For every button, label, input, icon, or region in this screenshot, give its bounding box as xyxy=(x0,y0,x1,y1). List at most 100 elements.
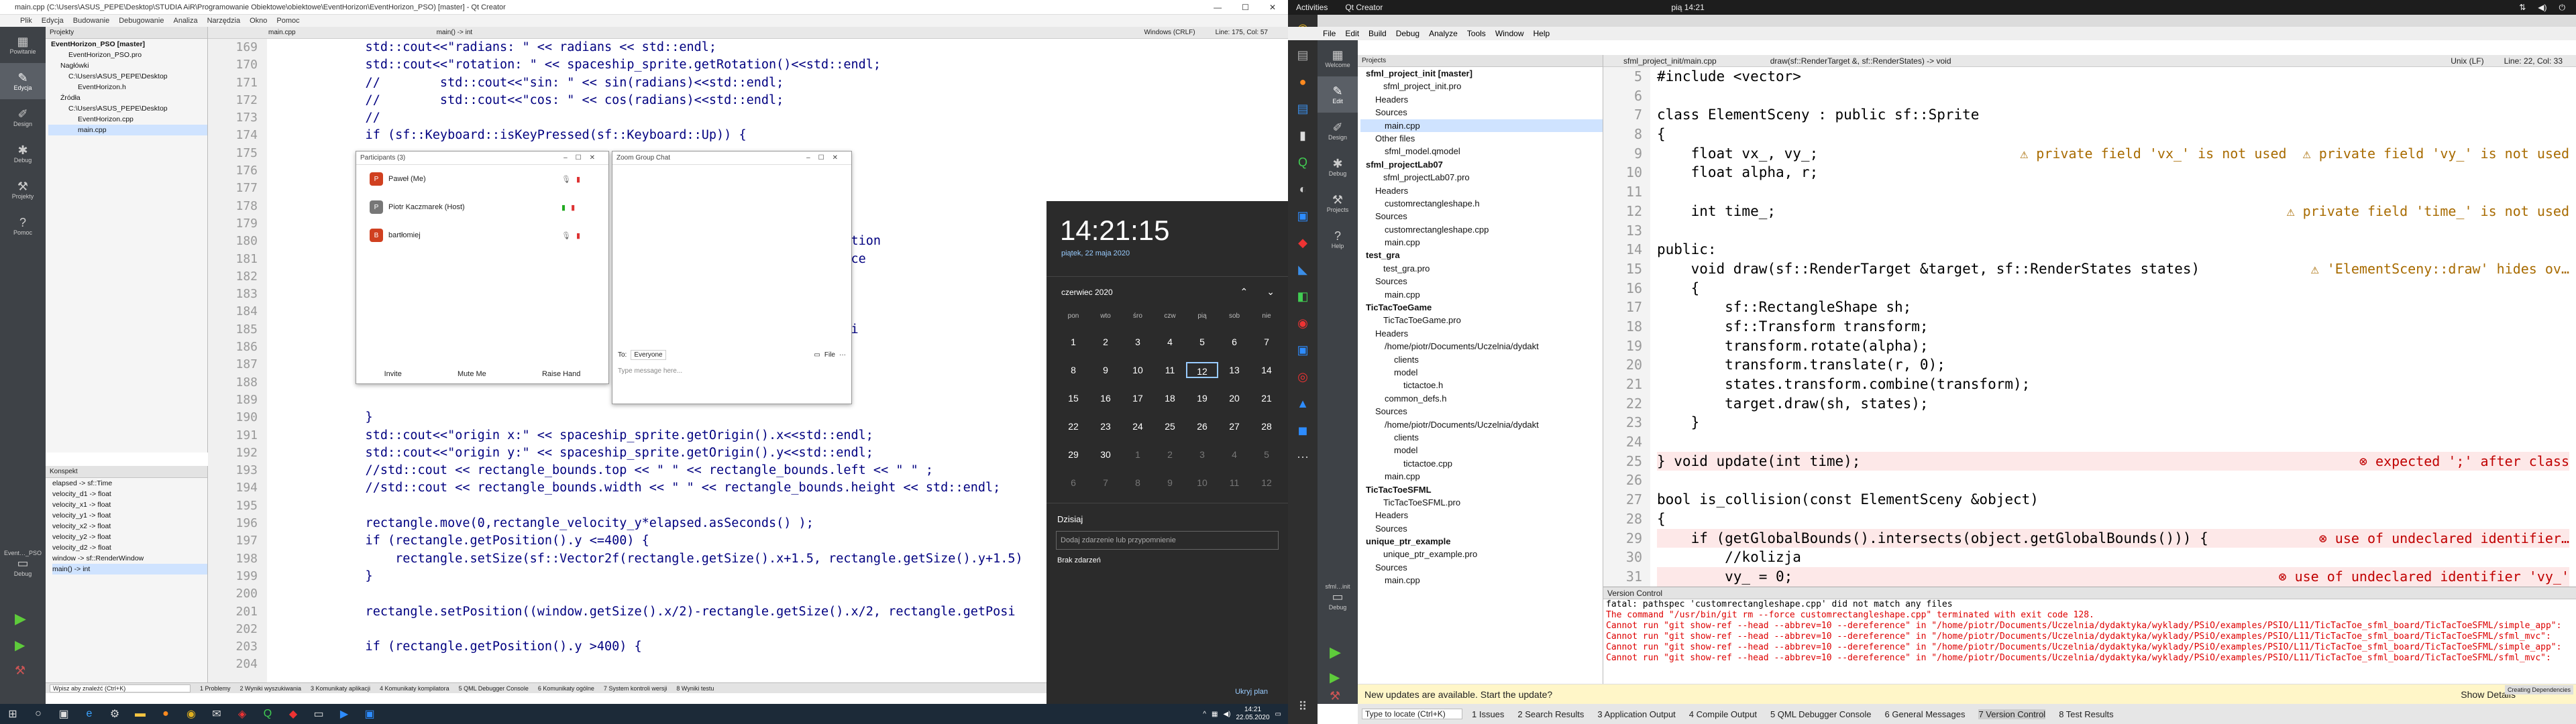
code-line[interactable]: transform.translate(r, 0); xyxy=(1657,355,2569,375)
tree-item[interactable]: tictactoe.h xyxy=(1360,379,1603,391)
mail-icon[interactable]: ✉ xyxy=(204,704,229,724)
next-month-icon[interactable]: ⌄ xyxy=(1267,286,1275,298)
tree-item[interactable]: customrectangleshape.h xyxy=(1360,197,1603,210)
menu-build[interactable]: Build xyxy=(1368,29,1387,38)
chrome-icon[interactable]: ◉ xyxy=(178,704,204,724)
minimize-icon[interactable]: — xyxy=(1214,3,1222,12)
tree-item[interactable]: clients xyxy=(1360,353,1603,366)
menu-build[interactable]: Budowanie xyxy=(73,17,109,25)
menu-help[interactable]: Pomoc xyxy=(276,17,299,25)
tree-item[interactable]: /home/piotr/Documents/Uczelnia/dydakt xyxy=(1360,418,1603,431)
tree-item[interactable]: unique_ptr_example.pro xyxy=(1360,548,1603,560)
function-selector[interactable]: main() -> int xyxy=(437,29,473,36)
calendar-day[interactable]: 20 xyxy=(1218,390,1250,406)
tree-item[interactable]: Nagłówki xyxy=(48,60,207,71)
code-line[interactable]: } xyxy=(335,568,1023,585)
video-off-icon[interactable]: ▮ xyxy=(571,203,575,212)
code-line[interactable]: // xyxy=(335,109,1023,127)
video-off-icon[interactable]: ▮ xyxy=(576,231,580,240)
code-line[interactable]: float alpha, r; xyxy=(1657,163,2569,182)
calendar-day[interactable]: 5 xyxy=(1186,334,1218,350)
participant-row[interactable]: Bbartłomiej 🎙 ▮ xyxy=(356,221,608,249)
app-icon[interactable]: ◐ xyxy=(1288,176,1318,202)
calendar-day[interactable]: 14 xyxy=(1250,362,1283,378)
outline-item[interactable]: velocity_x2 -> float xyxy=(52,521,207,532)
search-icon[interactable]: ○ xyxy=(25,704,51,724)
pdf-icon[interactable]: ◈ xyxy=(229,704,255,724)
qt-creator-icon[interactable]: Q xyxy=(1288,149,1318,176)
taskbar-clock[interactable]: 14:21 22.05.2020 xyxy=(1236,706,1269,722)
output-tab[interactable]: 6 General Messages xyxy=(1885,709,1966,719)
code-line[interactable]: rectangle.setPosition((window.getSize().… xyxy=(335,603,1023,621)
locator-input[interactable]: Type to locate (Ctrl+K) xyxy=(1362,709,1462,719)
code-line[interactable]: if (sf::Keyboard::isKeyPressed(sf::Keybo… xyxy=(335,127,1023,144)
calendar-day[interactable]: 2 xyxy=(1089,334,1122,350)
calendar-day[interactable]: 7 xyxy=(1250,334,1283,350)
prev-month-icon[interactable]: ⌃ xyxy=(1240,286,1248,298)
calendar-day[interactable]: 9 xyxy=(1089,362,1122,378)
code-line[interactable] xyxy=(1657,432,2569,452)
firefox-icon[interactable]: ● xyxy=(1288,68,1318,95)
code-line[interactable]: #include <vector> xyxy=(1657,67,2569,86)
code-line[interactable]: //std::cout << rectangle_bounds.width <<… xyxy=(335,479,1023,497)
outline-item[interactable]: velocity_d2 -> float xyxy=(52,542,207,553)
output-tab[interactable]: 2 Search Results xyxy=(1517,709,1584,719)
tree-item[interactable]: EventHorizon.h xyxy=(48,82,207,93)
output-tab[interactable]: 7 System kontroli wersji xyxy=(604,685,667,692)
code-line[interactable]: states.transform.combine(transform); xyxy=(1657,375,2569,394)
edge-icon[interactable]: e xyxy=(76,704,102,724)
tree-item[interactable]: Headers xyxy=(1360,509,1603,522)
file-icon[interactable]: ▭ xyxy=(814,351,820,359)
firefox-icon[interactable]: ● xyxy=(153,704,178,724)
output-tab[interactable]: 5 QML Debugger Console xyxy=(459,685,529,692)
network-icon[interactable]: ▦ xyxy=(1212,711,1218,718)
tree-item[interactable]: TicTacToeGame.pro xyxy=(1360,314,1603,326)
code-line[interactable]: class ElementSceny : public sf::Sprite xyxy=(1657,105,2569,125)
app-icon[interactable]: ◆ xyxy=(280,704,306,724)
code-line[interactable]: rectangle.setSize(sf::Vector2f(rectangle… xyxy=(335,550,1023,568)
tree-item[interactable]: /home/piotr/Documents/Uczelnia/dydakt xyxy=(1360,340,1603,353)
calendar-day[interactable]: 4 xyxy=(1154,334,1186,350)
code-line[interactable]: //std::cout << rectangle_bounds.top << "… xyxy=(335,462,1023,479)
tree-item[interactable]: Źródła xyxy=(48,93,207,103)
menu-edit[interactable]: Edit xyxy=(1345,29,1359,38)
calendar-day[interactable]: 3 xyxy=(1122,334,1154,350)
output-tab[interactable]: 3 Application Output xyxy=(1597,709,1675,719)
calendar-day[interactable]: 21 xyxy=(1250,390,1283,406)
run-button[interactable]: ▶ xyxy=(1330,644,1341,661)
output-tab[interactable]: 5 QML Debugger Console xyxy=(1770,709,1872,719)
participant-row[interactable]: P Paweł (Me) 🎙 ▮ xyxy=(356,165,608,193)
calendar-day[interactable]: 23 xyxy=(1089,418,1122,434)
calendar-day[interactable]: 10 xyxy=(1186,475,1218,491)
encoding-label[interactable]: Windows (CRLF) xyxy=(1144,29,1195,36)
app-icon[interactable]: ◆ xyxy=(1288,229,1318,256)
calendar-day[interactable]: 11 xyxy=(1218,475,1250,491)
code-line[interactable]: } xyxy=(335,409,1023,426)
tree-item[interactable]: C:\Users\ASUS_PEPE\Desktop xyxy=(48,103,207,114)
volume-icon[interactable]: ◀) xyxy=(1223,711,1230,718)
tree-item[interactable]: main.cpp xyxy=(1360,574,1603,587)
code-line[interactable] xyxy=(1657,86,2569,106)
mode-design[interactable]: ✐ Design xyxy=(0,99,46,135)
code-editor[interactable]: 5 6 7 8 9 10 11 12 13 14 15 16 17 18 19 20 21 22 23 24 25 26 2… xyxy=(1603,67,2576,587)
top-clock[interactable]: pią 14:21 xyxy=(1671,3,1704,12)
zoom-icon[interactable]: ▶ xyxy=(331,704,357,724)
tree-item[interactable]: main.cpp xyxy=(1360,470,1603,483)
code-line[interactable]: if (rectangle.getPosition().y <=400) { xyxy=(335,532,1023,550)
tree-item[interactable]: TicTacToeSFML.pro xyxy=(1360,496,1603,509)
mode-projects[interactable]: ⚒ Projects xyxy=(1318,185,1358,221)
tree-item[interactable]: main.cpp xyxy=(1360,236,1603,249)
output-tab[interactable]: 8 Test Results xyxy=(2059,709,2113,719)
code-line[interactable]: std::cout<<"origin x:" << spaceship_spri… xyxy=(335,427,1023,444)
mode-edit[interactable]: ✎ Edycja xyxy=(0,63,46,99)
code-line[interactable]: sf::RectangleShape sh; xyxy=(1657,298,2569,317)
settings-icon[interactable]: ⚙ xyxy=(102,704,127,724)
file-button[interactable]: File xyxy=(824,351,835,359)
locator-input[interactable]: Wpisz aby znaleźć (Ctrl+K) xyxy=(50,684,191,692)
writer-icon[interactable]: ▤ xyxy=(1288,95,1318,122)
window-controls[interactable]: –☐✕ xyxy=(564,154,608,162)
calendar-day[interactable]: 18 xyxy=(1154,390,1186,406)
terminal-icon[interactable]: ▭ xyxy=(306,704,331,724)
tree-item[interactable]: customrectangleshape.cpp xyxy=(1360,223,1603,236)
menu-analyze[interactable]: Analyze xyxy=(1429,29,1458,38)
